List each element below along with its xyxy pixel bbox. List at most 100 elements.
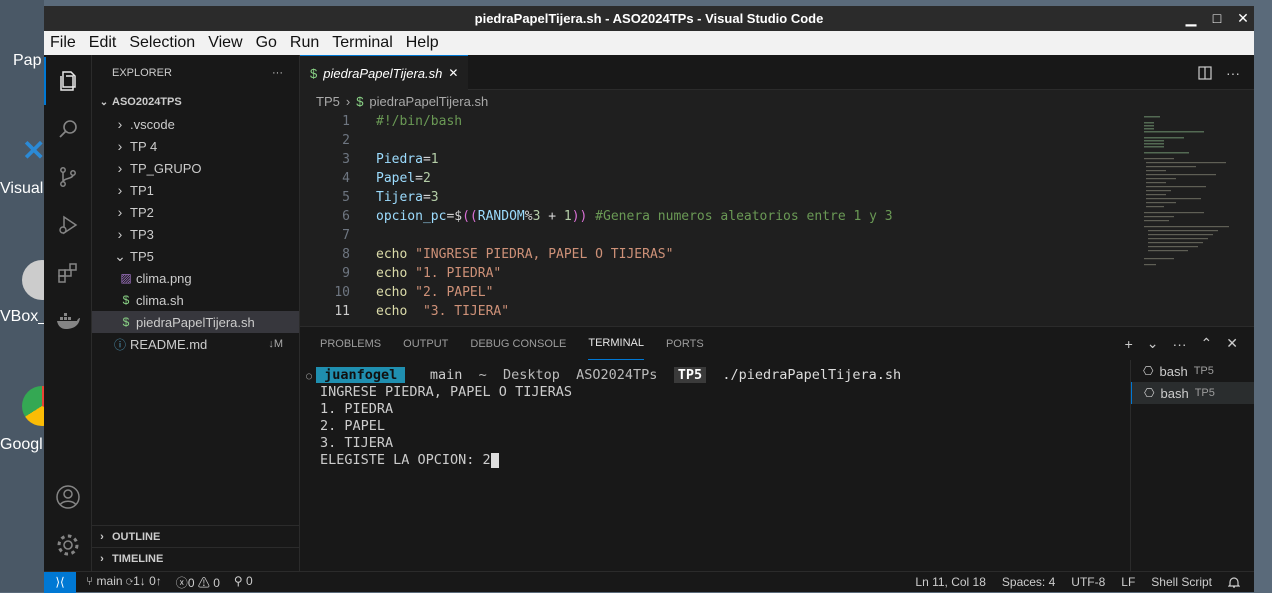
tree-item[interactable]: ⓘ README.md ↓M — [92, 333, 299, 355]
maximize-icon[interactable]: □ — [1210, 6, 1224, 31]
explorer-icon[interactable] — [44, 57, 92, 105]
editor-more-actions-icon[interactable]: ··· — [1226, 65, 1240, 81]
remote-indicator[interactable]: ⟩⟨ — [44, 571, 76, 593]
error-count: 0 — [187, 575, 195, 590]
maximize-panel-icon[interactable]: ⌃ — [1201, 335, 1213, 352]
terminal-output-text: 2. PAPEL — [320, 418, 386, 434]
remote-icon: ⟩⟨ — [55, 575, 65, 589]
branch-status[interactable]: ⑂ main ⟳1↓ 0↑ — [86, 574, 162, 591]
accounts-icon[interactable] — [44, 473, 92, 521]
shell-file-icon: $ — [122, 293, 130, 307]
tree-item[interactable]: › TP2 — [92, 201, 299, 223]
source-control-icon[interactable] — [44, 153, 92, 201]
editor-tabs: $ piedraPapelTijera.sh ✕ ··· — [300, 55, 1254, 90]
status-bar: ⟩⟨ ⑂ main ⟳1↓ 0↑ ⓧ0 ⚠ 0 ⚲ 0 Ln 11, Col 1… — [44, 571, 1254, 593]
prompt-branch: main — [421, 367, 471, 383]
vbox-desktop-icon[interactable] — [22, 260, 44, 300]
code-line: 3 Piedra=1 — [300, 150, 1138, 169]
menu-terminal[interactable]: Terminal — [332, 34, 392, 52]
menu-view[interactable]: View — [208, 34, 242, 52]
code-editor[interactable]: 1 #!/bin/bash 2 3 Piedra=1 4 Papel=2 5 Tijera=3 6… — [300, 112, 1138, 326]
warning-count: 0 — [213, 575, 220, 590]
minimap[interactable] — [1138, 112, 1242, 326]
menu-edit[interactable]: Edit — [89, 34, 117, 52]
branch-name: main — [96, 573, 123, 588]
tree-item[interactable]: $ clima.sh — [92, 289, 299, 311]
tree-item[interactable]: › .vscode — [92, 113, 299, 135]
panel-tab[interactable]: OUTPUT — [403, 327, 448, 360]
tree-item[interactable]: ⌄ TP5 — [92, 245, 299, 267]
tree-item[interactable]: › TP3 — [92, 223, 299, 245]
indentation[interactable]: Spaces: 4 — [1002, 575, 1055, 589]
minimize-icon[interactable]: ▁ — [1184, 6, 1198, 31]
terminal-dropdown-icon[interactable]: ⌄ — [1147, 335, 1159, 352]
chrome-desktop-icon[interactable] — [22, 386, 44, 426]
breadcrumb-folder[interactable]: TP5 — [316, 94, 340, 109]
menu-go[interactable]: Go — [256, 34, 277, 52]
code-line: 5 Tijera=3 — [300, 188, 1138, 207]
search-icon[interactable] — [44, 105, 92, 153]
line-text: Piedra=1 — [350, 150, 439, 169]
panel-tab[interactable]: DEBUG CONSOLE — [470, 327, 566, 360]
language-mode[interactable]: Shell Script — [1151, 575, 1212, 589]
outline-section[interactable]: › OUTLINE — [92, 525, 299, 547]
terminal-output-text: 1. PIEDRA — [320, 401, 394, 417]
code-token: Piedra — [376, 152, 423, 167]
timeline-label: TIMELINE — [112, 552, 164, 565]
close-icon[interactable]: ✕ — [1236, 6, 1250, 31]
ports-icon: ⚲ — [233, 573, 247, 588]
tree-item[interactable]: › TP1 — [92, 179, 299, 201]
panel-more-actions-icon[interactable]: ··· — [1173, 336, 1187, 352]
tree-item[interactable]: › TP 4 — [92, 135, 299, 157]
vscode-desktop-icon[interactable]: ✕ — [22, 134, 44, 174]
terminal-prompt-line: ○ juanfogel main ~ Desktop ASO2024TPs TP… — [306, 367, 1118, 384]
code-token: (( — [462, 209, 478, 224]
tree-item[interactable]: $ piedraPapelTijera.sh — [92, 311, 299, 333]
code-token: Papel — [376, 171, 416, 186]
line-number: 11 — [334, 304, 350, 319]
chevron-right-icon: › — [345, 93, 351, 109]
menu-selection[interactable]: Selection — [129, 34, 195, 52]
code-token: "2. PAPEL" — [407, 285, 494, 300]
menu-help[interactable]: Help — [406, 34, 439, 52]
settings-icon[interactable] — [44, 521, 92, 569]
menu-file[interactable]: File — [50, 34, 76, 52]
shell-file-icon: $ — [356, 93, 364, 109]
tab-piedra-papel-tijera[interactable]: $ piedraPapelTijera.sh ✕ — [300, 55, 469, 90]
code-token: 2 — [422, 171, 431, 186]
problems-status[interactable]: ⓧ0 ⚠ 0 — [176, 574, 220, 591]
code-token: = — [422, 152, 431, 167]
panel-tab[interactable]: PORTS — [666, 327, 704, 360]
breadcrumb-file[interactable]: piedraPapelTijera.sh — [369, 94, 488, 109]
encoding[interactable]: UTF-8 — [1071, 575, 1105, 589]
new-terminal-icon[interactable]: + — [1125, 336, 1133, 352]
terminal[interactable]: ○ juanfogel main ~ Desktop ASO2024TPs TP… — [306, 367, 1118, 469]
run-debug-icon[interactable] — [44, 201, 92, 249]
timeline-section[interactable]: › TIMELINE — [92, 547, 299, 569]
workspace-root[interactable]: ⌄ ASO2024TPS — [92, 91, 299, 113]
tree-item[interactable]: › TP_GRUPO — [92, 157, 299, 179]
terminal-instance[interactable]: ⎔ bash TP5 — [1131, 360, 1254, 382]
tree-item[interactable]: ▨ clima.png — [92, 267, 299, 289]
panel-tab[interactable]: PROBLEMS — [320, 327, 381, 360]
explorer-more-actions-icon[interactable]: ··· — [272, 67, 283, 79]
panel-tab[interactable]: TERMINAL — [588, 327, 644, 360]
notifications-icon[interactable] — [1228, 576, 1240, 589]
explorer-title: EXPLORER — [112, 67, 172, 79]
code-token: echo — [376, 247, 408, 262]
split-editor-icon[interactable] — [1198, 65, 1212, 80]
terminal-cwd: TP5 — [1193, 365, 1214, 377]
close-panel-icon[interactable]: ✕ — [1226, 335, 1238, 352]
extensions-icon[interactable] — [44, 249, 92, 297]
desktop-background: Pap ✕ Visual VBox_ Googl — [0, 0, 44, 592]
cursor-position[interactable]: Ln 11, Col 18 — [915, 575, 986, 589]
end-of-line[interactable]: LF — [1121, 575, 1135, 589]
menu-run[interactable]: Run — [290, 34, 319, 52]
prompt-status-icon: ○ — [306, 371, 313, 382]
code-line: 4 Papel=2 — [300, 169, 1138, 188]
docker-icon[interactable] — [44, 297, 92, 345]
tab-close-icon[interactable]: ✕ — [448, 66, 458, 80]
ports-status[interactable]: ⚲ 0 — [234, 574, 253, 591]
terminal-cwd: TP5 — [1194, 387, 1215, 399]
terminal-instance[interactable]: ⎔ bash TP5 — [1131, 382, 1254, 404]
